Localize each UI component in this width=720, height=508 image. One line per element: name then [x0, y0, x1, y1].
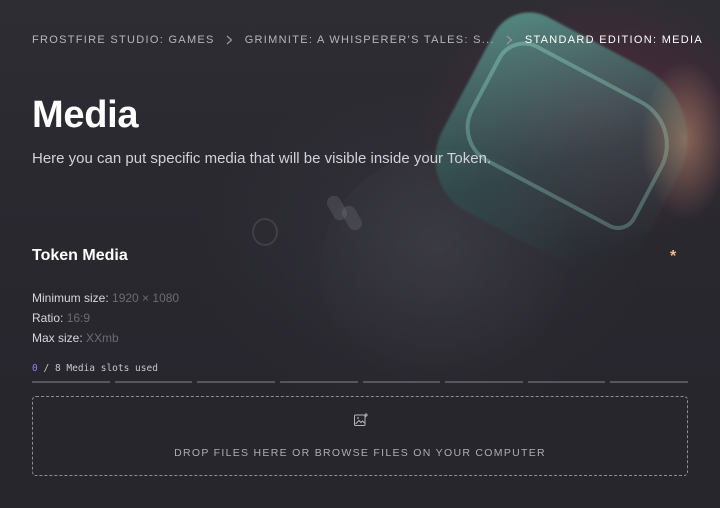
- media-slot-bar: [114, 381, 193, 383]
- media-slot-bar: [610, 381, 688, 383]
- spec-max-size: Max size: XXmb: [32, 331, 119, 345]
- add-image-icon: [353, 412, 369, 428]
- slots-used-count: 0: [32, 363, 38, 374]
- media-slot-bar: [279, 381, 358, 383]
- media-slots-counter: 0 / 8 Media slots used: [32, 363, 158, 374]
- media-slot-bar: [362, 381, 441, 383]
- spec-label: Max size:: [32, 331, 83, 345]
- media-slot-bar: [32, 381, 110, 383]
- breadcrumb-item-studio[interactable]: FROSTFIRE STUDIO: GAMES: [32, 34, 215, 46]
- chevron-right-icon: [225, 34, 235, 46]
- dropzone-text[interactable]: DROP FILES HERE OR BROWSE FILES ON YOUR …: [33, 447, 687, 459]
- page-title: Media: [32, 94, 139, 136]
- slots-separator: /: [43, 363, 50, 374]
- slots-total-count: 8: [54, 363, 61, 374]
- breadcrumb: FROSTFIRE STUDIO: GAMES GRIMNITE: A WHIS…: [32, 34, 703, 46]
- spec-value: 1920 × 1080: [112, 291, 180, 305]
- media-slot-bar: [197, 381, 275, 383]
- required-indicator: *: [670, 248, 677, 265]
- slots-label: Media slots used: [66, 363, 158, 374]
- section-title-token-media: Token Media: [32, 247, 128, 264]
- spec-minimum-size: Minimum size: 1920 × 1080: [32, 291, 179, 305]
- breadcrumb-item-game[interactable]: GRIMNITE: A WHISPERER'S TALES: S...: [245, 34, 495, 46]
- spec-value: 16:9: [66, 311, 91, 325]
- spec-ratio: Ratio: 16:9: [32, 311, 90, 325]
- spec-value: XXmb: [86, 331, 119, 345]
- spec-label: Ratio:: [32, 311, 64, 325]
- media-slot-bars: [32, 381, 688, 383]
- spec-label: Minimum size:: [32, 291, 109, 305]
- page-subtitle: Here you can put specific media that wil…: [32, 150, 492, 167]
- breadcrumb-item-current: STANDARD EDITION: MEDIA: [524, 34, 704, 46]
- media-slot-bar: [527, 381, 606, 383]
- media-slot-bar: [445, 381, 523, 383]
- media-dropzone[interactable]: DROP FILES HERE OR BROWSE FILES ON YOUR …: [32, 396, 688, 476]
- chevron-right-icon: [505, 34, 515, 46]
